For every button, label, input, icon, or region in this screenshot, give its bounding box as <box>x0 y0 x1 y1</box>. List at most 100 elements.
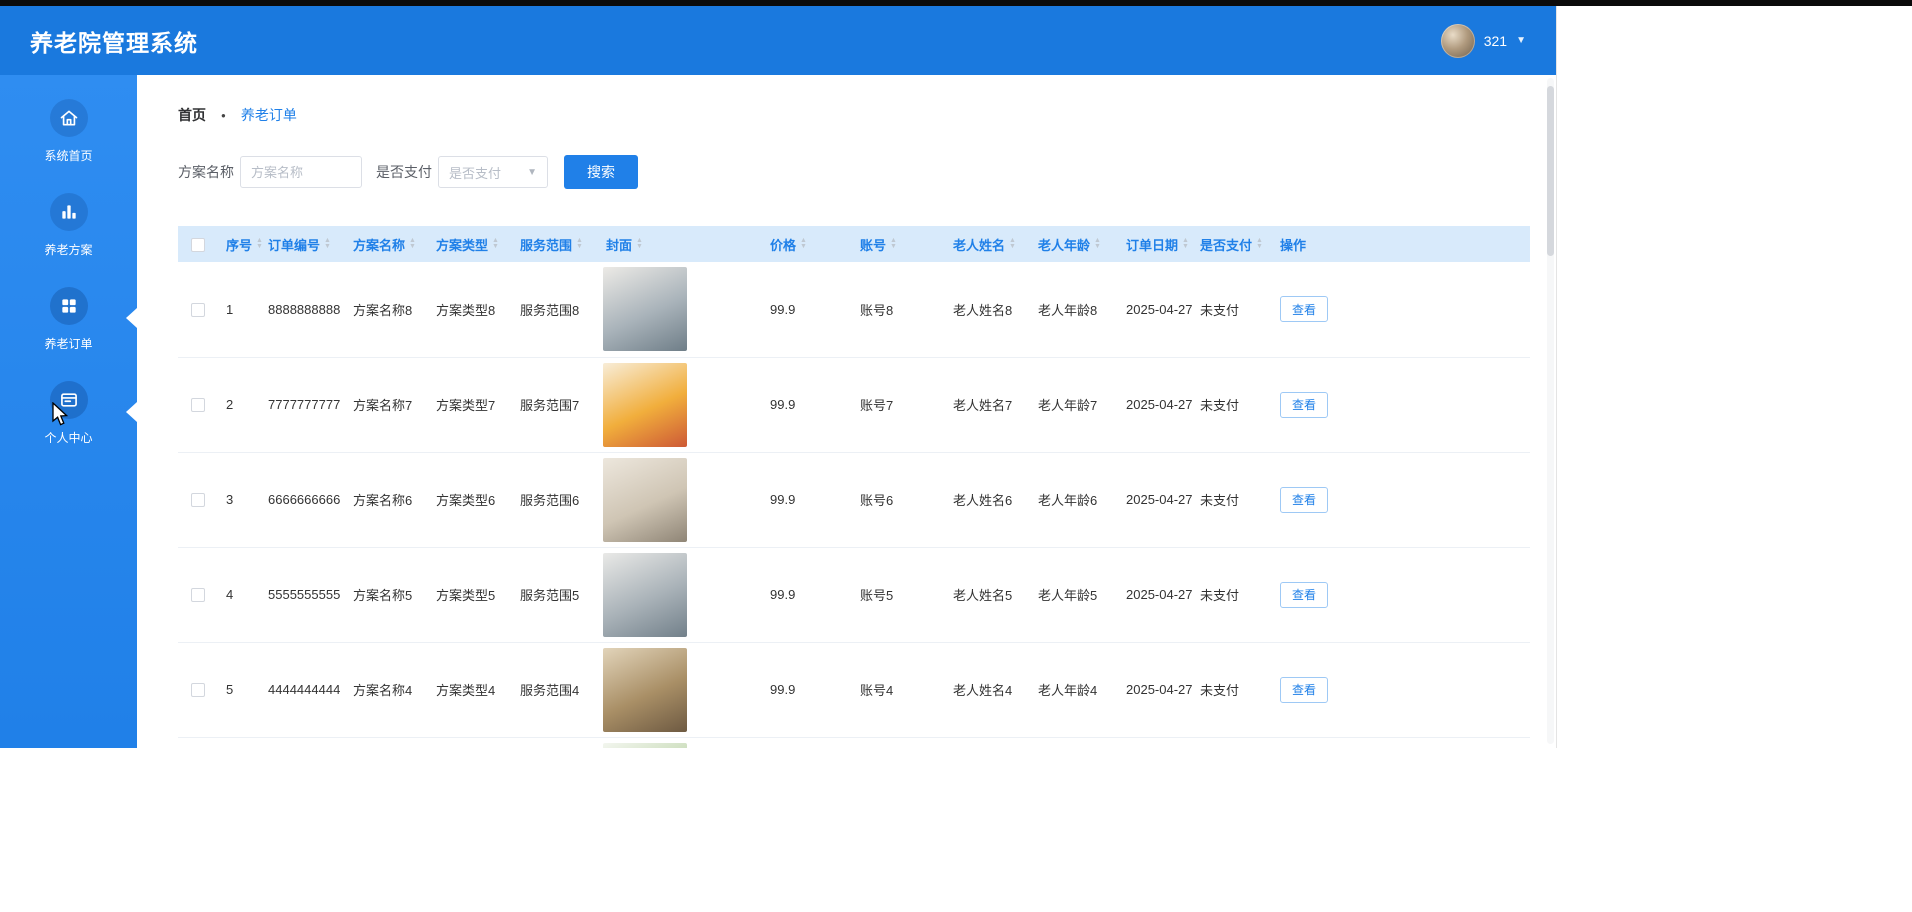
screen: 养老院管理系统 321 ▼ 系统首页 养老方案 养老订单 个人中心 首页 ● 养… <box>0 0 1912 912</box>
sort-icon[interactable]: ▲▼ <box>324 238 331 249</box>
pay-status-label: 是否支付 <box>376 162 432 182</box>
cell-pay-status: 未支付 <box>1192 357 1272 452</box>
cover-image <box>603 458 687 542</box>
sidebar-item-1[interactable]: 系统首页 <box>0 75 137 169</box>
column-header[interactable]: 序号 ▲▼ <box>218 226 260 262</box>
cell-order-no <box>260 737 345 748</box>
row-checkbox[interactable] <box>191 303 205 317</box>
cell-service-scope: 服务范围6 <box>512 452 598 547</box>
cell-order-no: 5555555555 <box>260 547 345 642</box>
column-header[interactable]: 封面 ▲▼ <box>598 226 762 262</box>
view-button[interactable]: 查看 <box>1280 296 1328 322</box>
view-button[interactable]: 查看 <box>1280 487 1328 513</box>
scrollbar-thumb[interactable] <box>1547 86 1554 256</box>
sidebar-item-4[interactable]: 个人中心 <box>0 357 137 451</box>
row-checkbox[interactable] <box>191 493 205 507</box>
cell-elder-age <box>1030 737 1118 748</box>
cover-image <box>603 553 687 637</box>
cell-pay-status <box>1192 737 1272 748</box>
avatar[interactable] <box>1441 24 1475 58</box>
cover-image <box>603 363 687 447</box>
breadcrumb-separator-icon: ● <box>221 111 226 120</box>
cell-index: 3 <box>218 452 260 547</box>
sort-icon[interactable]: ▲▼ <box>492 238 499 249</box>
sidebar-item-2[interactable]: 养老方案 <box>0 169 137 263</box>
column-header[interactable]: 方案类型 ▲▼ <box>428 226 512 262</box>
column-header[interactable]: 老人姓名 ▲▼ <box>945 226 1030 262</box>
select-all-checkbox[interactable] <box>191 238 205 252</box>
cell-pay-status: 未支付 <box>1192 547 1272 642</box>
cell-account: 账号7 <box>852 357 945 452</box>
home-icon <box>50 99 88 137</box>
cell-plan-name: 方案名称5 <box>345 547 428 642</box>
cell-elder-name: 老人姓名7 <box>945 357 1030 452</box>
cell-price: 99.9 <box>762 547 852 642</box>
sort-icon[interactable]: ▲▼ <box>1256 238 1263 249</box>
view-button[interactable]: 查看 <box>1280 582 1328 608</box>
sort-icon[interactable]: ▲▼ <box>800 238 807 249</box>
table-row: 2 7777777777 方案名称7 方案类型7 服务范围7 99.9 账号7 … <box>178 357 1530 452</box>
breadcrumb-current: 养老订单 <box>241 105 297 125</box>
pay-status-select[interactable]: 是否支付 ▼ <box>438 156 548 188</box>
sort-icon[interactable]: ▲▼ <box>409 238 416 249</box>
view-button[interactable]: 查看 <box>1280 677 1328 703</box>
cell-price: 99.9 <box>762 357 852 452</box>
column-header[interactable]: 方案名称 ▲▼ <box>345 226 428 262</box>
cell-elder-age: 老人年龄5 <box>1030 547 1118 642</box>
sort-icon[interactable]: ▲▼ <box>1182 238 1189 249</box>
sort-icon[interactable]: ▲▼ <box>256 238 263 249</box>
cover-image <box>603 743 687 749</box>
cell-elder-name: 老人姓名8 <box>945 262 1030 357</box>
sort-icon[interactable]: ▲▼ <box>890 238 897 249</box>
scrollbar[interactable] <box>1547 78 1554 744</box>
row-checkbox[interactable] <box>191 588 205 602</box>
sort-icon[interactable]: ▲▼ <box>1009 238 1016 249</box>
sort-icon[interactable]: ▲▼ <box>636 238 643 249</box>
column-header[interactable]: 老人年龄 ▲▼ <box>1030 226 1118 262</box>
app-title: 养老院管理系统 <box>30 24 198 58</box>
user-menu[interactable]: 321 ▼ <box>1441 24 1526 58</box>
cell-elder-name: 老人姓名5 <box>945 547 1030 642</box>
app-window: 养老院管理系统 321 ▼ 系统首页 养老方案 养老订单 个人中心 首页 ● 养… <box>0 6 1557 748</box>
cell-pay-status: 未支付 <box>1192 452 1272 547</box>
sidebar-item-3[interactable]: 养老订单 <box>0 263 137 357</box>
cell-plan-name: 方案名称7 <box>345 357 428 452</box>
cell-plan-name: 方案名称4 <box>345 642 428 737</box>
cell-plan-type: 方案类型7 <box>428 357 512 452</box>
column-header[interactable]: 订单编号 ▲▼ <box>260 226 345 262</box>
chevron-down-icon: ▼ <box>527 167 537 178</box>
view-button[interactable]: 查看 <box>1280 392 1328 418</box>
column-header[interactable]: 订单日期 ▲▼ <box>1118 226 1192 262</box>
cell-elder-age: 老人年龄8 <box>1030 262 1118 357</box>
cell-order-no: 7777777777 <box>260 357 345 452</box>
cell-plan-name <box>345 737 428 748</box>
column-header[interactable]: 操作 <box>1272 226 1530 262</box>
cell-elder-age: 老人年龄4 <box>1030 642 1118 737</box>
cover-image <box>603 648 687 732</box>
breadcrumb-home[interactable]: 首页 <box>178 105 206 125</box>
cell-order-date: 2025-04-27 <box>1118 642 1192 737</box>
username: 321 <box>1484 33 1507 49</box>
cell-service-scope: 服务范围4 <box>512 642 598 737</box>
cell-account: 账号8 <box>852 262 945 357</box>
cell-index: 2 <box>218 357 260 452</box>
column-header[interactable]: 价格 ▲▼ <box>762 226 852 262</box>
cell-account: 账号4 <box>852 642 945 737</box>
column-header[interactable]: 服务范围 ▲▼ <box>512 226 598 262</box>
cover-image <box>603 267 687 351</box>
table-row: 1 8888888888 方案名称8 方案类型8 服务范围8 99.9 账号8 … <box>178 262 1530 357</box>
cell-price <box>762 737 852 748</box>
grid-icon <box>50 287 88 325</box>
cell-plan-name: 方案名称8 <box>345 262 428 357</box>
plan-name-input[interactable] <box>240 156 362 188</box>
sort-icon[interactable]: ▲▼ <box>1094 238 1101 249</box>
column-header[interactable]: 是否支付 ▲▼ <box>1192 226 1272 262</box>
search-button[interactable]: 搜索 <box>564 155 638 189</box>
column-header[interactable]: 账号 ▲▼ <box>852 226 945 262</box>
sort-icon[interactable]: ▲▼ <box>576 238 583 249</box>
row-checkbox[interactable] <box>191 683 205 697</box>
sidebar: 系统首页 养老方案 养老订单 个人中心 <box>0 75 137 748</box>
cell-price: 99.9 <box>762 262 852 357</box>
row-checkbox[interactable] <box>191 398 205 412</box>
cell-service-scope: 服务范围7 <box>512 357 598 452</box>
